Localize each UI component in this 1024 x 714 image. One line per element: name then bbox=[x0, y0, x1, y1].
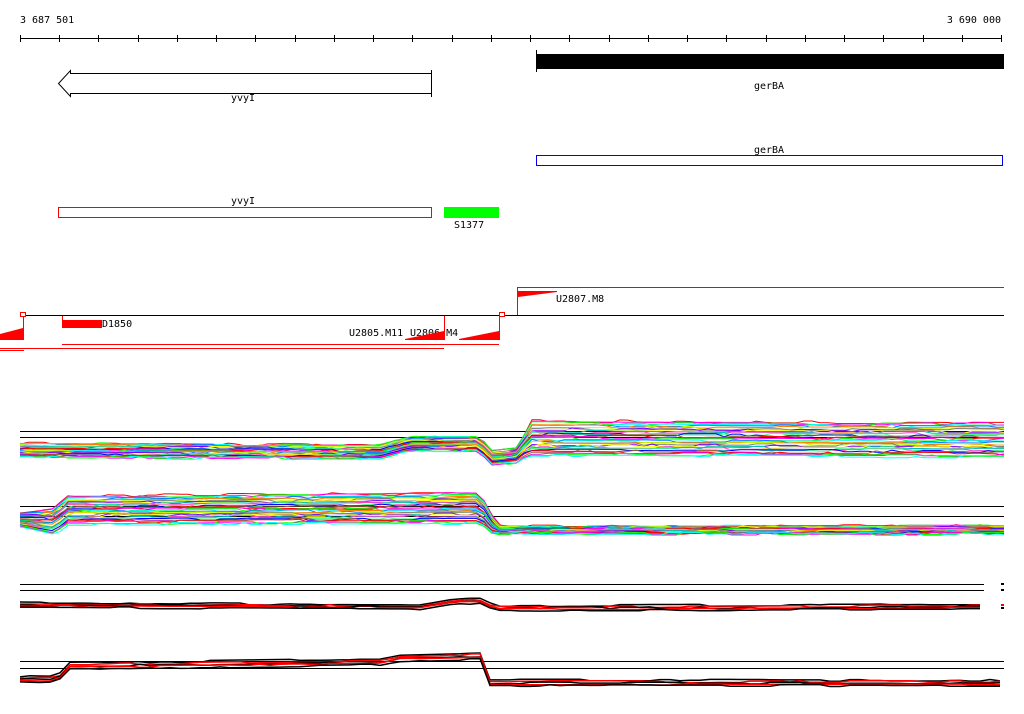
segment-triangle bbox=[0, 328, 23, 340]
segment-label-U2807-M8[interactable]: U2807.M8 bbox=[556, 294, 604, 305]
coordinate-ruler: 3 687 501 3 690 000 bbox=[20, 15, 1002, 42]
gene-label-gerBA: gerBA bbox=[754, 81, 784, 92]
segmentation-track: U2807.M8 D1850 U2805.M11 U2806.M4 bbox=[0, 287, 1004, 351]
segment-box-D1850 bbox=[62, 320, 102, 328]
tracks-canvas: 3 687 501 3 690 000 yvyI gerBA gerBA yvy… bbox=[0, 15, 1005, 688]
annotation-label-S1377: S1377 bbox=[454, 220, 484, 231]
annotation-gerBA[interactable]: gerBA bbox=[536, 145, 1003, 166]
ruler-start-label: 3 687 501 bbox=[20, 15, 74, 26]
annotation-box bbox=[58, 207, 432, 218]
segment-label-D1850[interactable]: D1850 bbox=[102, 319, 132, 330]
annotation-label-yvyI: yvyI bbox=[231, 196, 255, 207]
expression-panel-2 bbox=[19, 492, 1005, 536]
segment-triangle bbox=[518, 291, 557, 297]
gene-yvyI-arrow[interactable]: yvyI bbox=[57, 69, 432, 104]
gene-label-yvyI: yvyI bbox=[231, 93, 255, 104]
annotation-box bbox=[536, 155, 1003, 166]
edge-mark bbox=[1001, 589, 1004, 591]
expression-panel-4 bbox=[19, 652, 1004, 688]
annotation-box bbox=[444, 207, 499, 218]
expression-panel-1 bbox=[19, 419, 1005, 466]
expression-panel-3 bbox=[19, 583, 1004, 612]
gene-bar bbox=[536, 54, 1004, 69]
genome-browser-view: 3 687 501 3 690 000 yvyI gerBA gerBA yvy… bbox=[0, 0, 1024, 714]
segment-triangle bbox=[459, 331, 499, 340]
edge-mark bbox=[1001, 607, 1004, 609]
boundary-marker bbox=[20, 312, 26, 317]
annotation-S1377[interactable]: S1377 bbox=[444, 207, 499, 231]
segment-label-U2805-M11[interactable]: U2805.M11 bbox=[349, 328, 403, 339]
ruler-end-label: 3 690 000 bbox=[947, 15, 1001, 26]
edge-mark bbox=[1001, 583, 1004, 585]
boundary-marker bbox=[499, 312, 505, 317]
annotation-yvyI[interactable]: yvyI bbox=[58, 196, 432, 218]
annotation-label-gerBA: gerBA bbox=[754, 145, 784, 156]
gene-gerBA-bar[interactable]: gerBA bbox=[536, 50, 1004, 92]
edge-mark bbox=[1001, 604, 1004, 606]
